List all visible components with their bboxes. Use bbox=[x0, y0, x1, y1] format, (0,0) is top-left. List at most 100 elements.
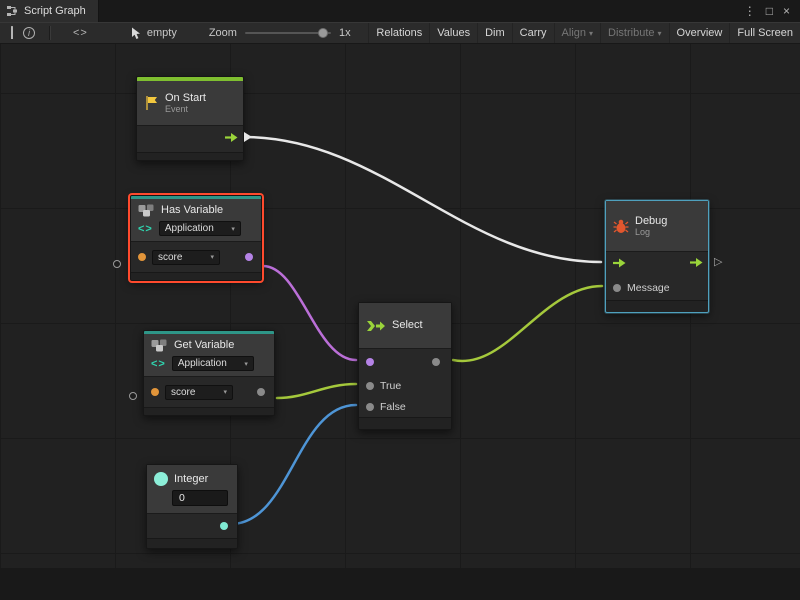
chevron-down-icon: ▾ bbox=[223, 388, 227, 396]
chevron-down-icon: ▾ bbox=[210, 253, 214, 261]
node-title: Debug bbox=[635, 215, 667, 228]
bug-icon bbox=[613, 219, 629, 234]
values-button[interactable]: Values bbox=[429, 23, 477, 43]
flag-icon bbox=[144, 95, 159, 111]
zoom-value: 1x bbox=[339, 27, 351, 39]
value-out-port[interactable] bbox=[432, 358, 440, 366]
wire-onstart-to-debuglog[interactable] bbox=[244, 137, 601, 262]
node-subtitle: Event bbox=[165, 104, 206, 114]
debug-log-header[interactable]: Debug Log bbox=[606, 201, 708, 251]
code-view-icon[interactable]: <> bbox=[73, 27, 88, 39]
node-title: Get Variable bbox=[174, 339, 234, 352]
true-label: True bbox=[380, 380, 401, 392]
variable-name-dropdown[interactable]: score ▾ bbox=[165, 385, 233, 400]
variable-name-port[interactable] bbox=[138, 253, 146, 261]
scope-dropdown[interactable]: Application ▾ bbox=[159, 221, 241, 236]
variable-name-port[interactable] bbox=[151, 388, 159, 396]
wire-getvariable-to-select-true[interactable] bbox=[277, 384, 356, 398]
select-header[interactable]: Select bbox=[359, 303, 451, 348]
message-label: Message bbox=[627, 282, 670, 294]
toolbar-separator bbox=[49, 26, 50, 40]
titlebar: Script Graph ⋮ □ × bbox=[0, 0, 800, 22]
maximize-icon[interactable]: □ bbox=[761, 4, 778, 18]
integer-icon bbox=[154, 472, 168, 486]
flow-in-port[interactable] bbox=[613, 258, 626, 271]
window-controls: ⋮ □ × bbox=[739, 4, 800, 18]
zoom-control: Zoom 1x bbox=[209, 27, 351, 39]
node-footer bbox=[131, 272, 261, 280]
dim-button[interactable]: Dim bbox=[477, 23, 512, 43]
node-footer bbox=[144, 407, 274, 415]
wire-start-arrow-icon bbox=[244, 132, 252, 142]
node-subtitle: Log bbox=[635, 227, 667, 237]
variables-icon bbox=[151, 339, 168, 352]
node-debug-log[interactable]: Debug Log bbox=[605, 200, 709, 313]
node-title: Select bbox=[392, 319, 423, 332]
tab-script-graph[interactable]: Script Graph bbox=[0, 0, 99, 22]
value-out-port[interactable] bbox=[257, 388, 265, 396]
node-integer[interactable]: Integer 0 bbox=[146, 464, 238, 549]
chevron-down-icon: ▾ bbox=[231, 225, 235, 233]
false-in-port[interactable] bbox=[366, 403, 374, 411]
chevron-down-icon: ▾ bbox=[589, 29, 593, 38]
get-variable-unconnected-port[interactable] bbox=[129, 392, 137, 400]
integer-header[interactable]: Integer 0 bbox=[147, 465, 237, 513]
variable-kind-icon: <> bbox=[151, 358, 166, 370]
zoom-slider-handle[interactable] bbox=[318, 28, 328, 38]
condition-in-port[interactable] bbox=[366, 358, 374, 366]
variable-name-dropdown[interactable]: score ▾ bbox=[152, 250, 220, 265]
value-out-port[interactable] bbox=[220, 522, 228, 530]
carry-button[interactable]: Carry bbox=[512, 23, 554, 43]
selection-label: empty bbox=[147, 27, 177, 39]
info-icon[interactable]: i bbox=[18, 23, 40, 43]
node-select[interactable]: Select True False bbox=[358, 302, 452, 430]
has-variable-header[interactable]: Has Variable <> Application ▾ bbox=[131, 199, 261, 241]
on-start-header[interactable]: On Start Event bbox=[137, 81, 243, 125]
script-graph-window: Script Graph ⋮ □ × i <> empty Zoom bbox=[0, 0, 800, 600]
integer-value-input[interactable]: 0 bbox=[172, 490, 228, 506]
graph-toolbar: i <> empty Zoom 1x Relations Values Dim … bbox=[0, 22, 800, 44]
graph-canvas[interactable]: On Start Event bbox=[0, 44, 800, 600]
variables-icon bbox=[138, 204, 155, 217]
node-footer bbox=[606, 300, 708, 312]
true-in-port[interactable] bbox=[366, 382, 374, 390]
node-has-variable[interactable]: Has Variable <> Application ▾ score ▾ bbox=[130, 195, 262, 281]
close-icon[interactable]: × bbox=[778, 4, 795, 18]
lock-icon[interactable] bbox=[6, 23, 18, 43]
scope-dropdown[interactable]: Application ▾ bbox=[172, 356, 254, 371]
overview-button[interactable]: Overview bbox=[669, 23, 730, 43]
relations-button[interactable]: Relations bbox=[368, 23, 429, 43]
select-icon bbox=[366, 319, 386, 333]
chevron-down-icon: ▾ bbox=[244, 360, 248, 368]
message-in-port[interactable] bbox=[613, 284, 621, 292]
fullscreen-button[interactable]: Full Screen bbox=[729, 23, 800, 43]
flow-out-port[interactable] bbox=[225, 133, 238, 146]
node-title: On Start bbox=[165, 92, 206, 105]
distribute-button: Distribute ▾ bbox=[600, 23, 668, 43]
zoom-slider[interactable] bbox=[245, 32, 331, 34]
script-graph-icon bbox=[6, 5, 18, 17]
selection-indicator: empty bbox=[130, 27, 177, 40]
false-label: False bbox=[380, 401, 406, 413]
node-get-variable[interactable]: Get Variable <> Application ▾ score ▾ bbox=[143, 330, 275, 416]
debug-log-flow-continue-port[interactable]: ▷ bbox=[714, 257, 722, 268]
has-variable-unconnected-port[interactable] bbox=[113, 260, 121, 268]
wire-select-to-debuglog-message[interactable] bbox=[453, 286, 602, 361]
zoom-label: Zoom bbox=[209, 27, 237, 39]
node-title: Has Variable bbox=[161, 204, 223, 217]
node-footer bbox=[359, 417, 451, 429]
wire-integer-to-select-false[interactable] bbox=[231, 405, 356, 524]
window-menu-icon[interactable]: ⋮ bbox=[739, 4, 761, 18]
get-variable-header[interactable]: Get Variable <> Application ▾ bbox=[144, 334, 274, 376]
toolbar-buttons: Relations Values Dim Carry Align ▾ Distr… bbox=[368, 23, 800, 43]
cursor-icon bbox=[130, 27, 142, 40]
align-button: Align ▾ bbox=[554, 23, 600, 43]
node-footer bbox=[137, 152, 243, 160]
value-out-port[interactable] bbox=[245, 253, 253, 261]
node-footer bbox=[147, 538, 237, 548]
wire-hasvariable-to-select[interactable] bbox=[263, 266, 356, 360]
chevron-down-icon: ▾ bbox=[658, 29, 662, 38]
flow-out-port[interactable] bbox=[690, 258, 703, 271]
tab-title: Script Graph bbox=[24, 5, 86, 17]
node-on-start[interactable]: On Start Event bbox=[136, 76, 244, 161]
